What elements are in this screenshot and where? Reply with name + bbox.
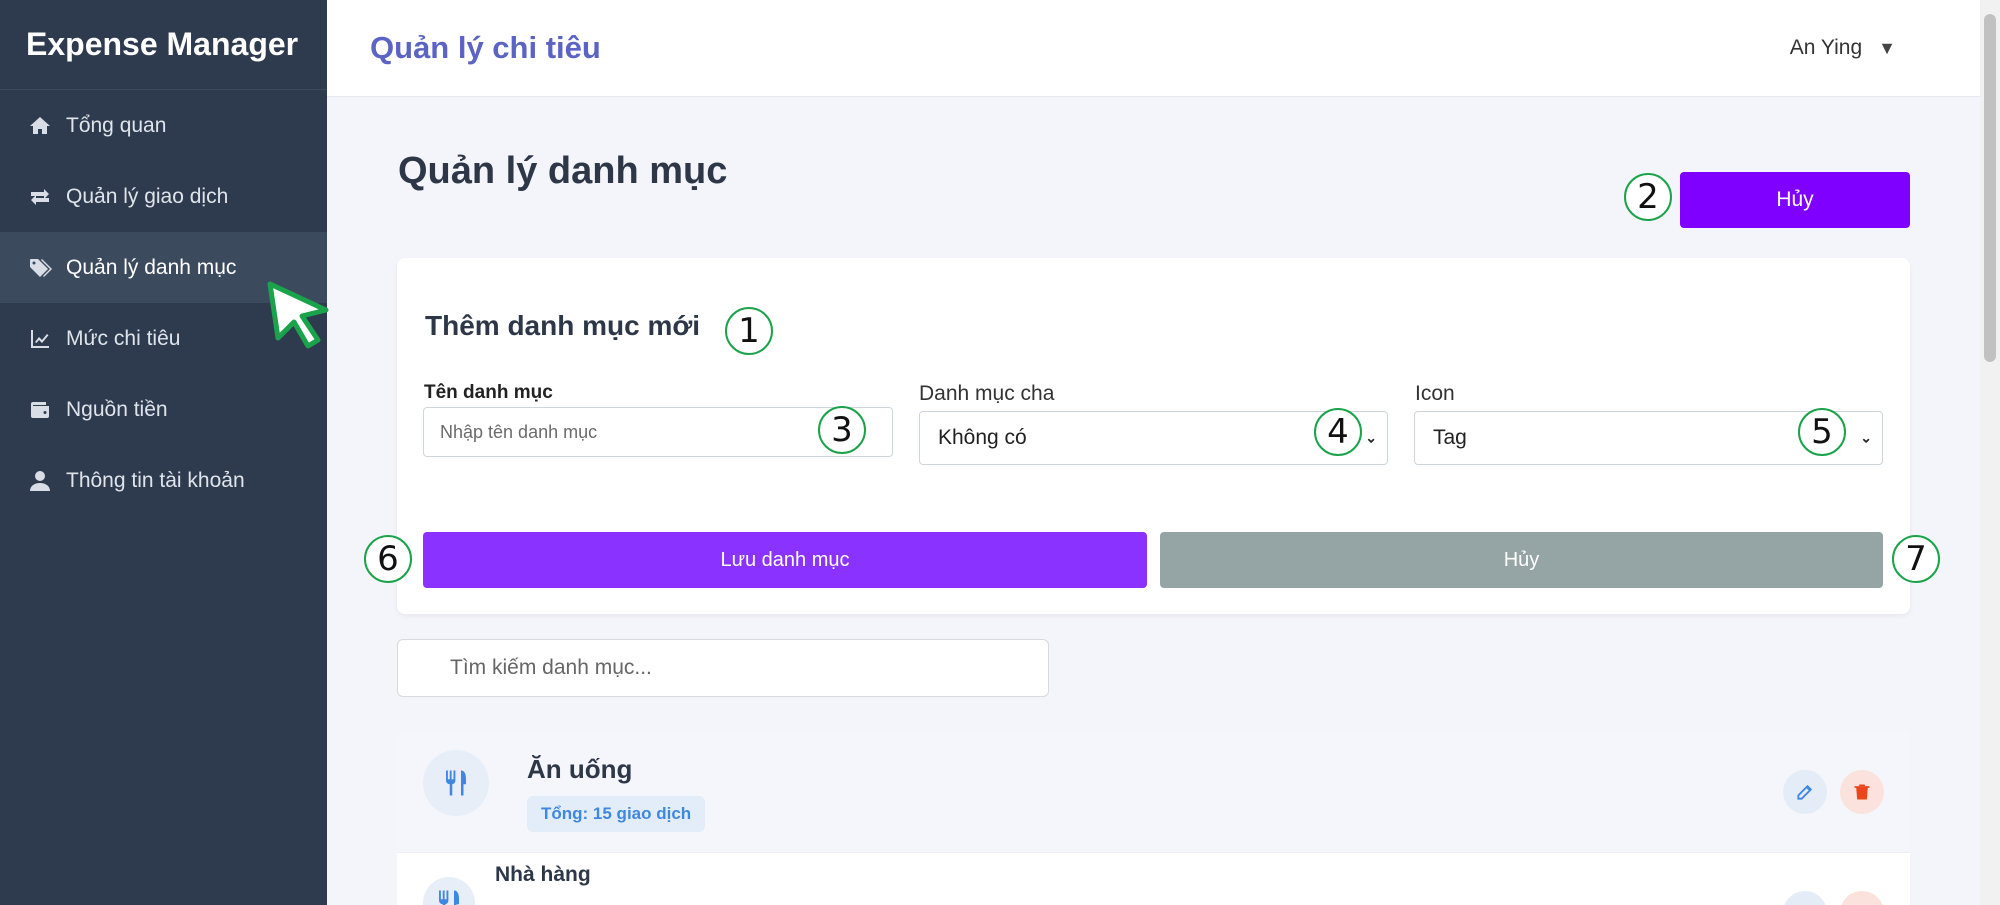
chart-line-icon xyxy=(28,327,52,351)
scrollbar-thumb[interactable] xyxy=(1984,14,1996,362)
delete-button[interactable] xyxy=(1840,770,1884,814)
tags-icon xyxy=(28,256,52,280)
sidebar-item-label: Tổng quan xyxy=(66,113,167,137)
exchange-icon xyxy=(28,185,52,209)
sidebar-item-label: Thông tin tài khoản xyxy=(66,468,245,492)
annotation-marker-5: 5 xyxy=(1798,408,1846,456)
delete-button[interactable] xyxy=(1840,891,1884,905)
brand-title[interactable]: Expense Manager xyxy=(0,0,327,90)
transaction-count-badge: Tổng: 15 giao dịch xyxy=(527,796,706,832)
sidebar-item-label: Quản lý giao dịch xyxy=(66,184,229,208)
edit-button[interactable] xyxy=(1783,770,1827,814)
page-title: Quản lý danh mục xyxy=(398,150,728,192)
chevron-down-icon: ⌄ xyxy=(1365,429,1377,446)
annotation-marker-4: 4 xyxy=(1314,408,1362,456)
icon-label: Icon xyxy=(1415,382,1455,405)
annotation-marker-7: 7 xyxy=(1892,535,1940,583)
list-item[interactable]: Ăn uống Tổng: 15 giao dịch xyxy=(397,730,1910,853)
chevron-down-icon: ⌄ xyxy=(1860,429,1872,446)
save-category-button[interactable]: Lưu danh mục xyxy=(423,532,1147,588)
mouse-pointer-icon xyxy=(267,281,329,349)
category-name: Nhà hàng xyxy=(495,863,591,886)
form-title: Thêm danh mục mới xyxy=(425,310,701,341)
sidebar-item-transactions[interactable]: Quản lý giao dịch xyxy=(0,161,327,232)
caret-down-icon: ▼ xyxy=(1878,37,1896,58)
sidebar-item-funds[interactable]: Nguồn tiền xyxy=(0,374,327,445)
annotation-marker-3: 3 xyxy=(818,406,866,454)
edit-icon xyxy=(1797,784,1813,800)
sidebar: Expense Manager Tổng quan Quản lý giao d… xyxy=(0,0,327,905)
user-icon xyxy=(28,469,52,493)
form-cancel-button[interactable]: Hủy xyxy=(1160,532,1883,588)
header-title: Quản lý chi tiêu xyxy=(370,30,601,65)
sidebar-item-label: Mức chi tiêu xyxy=(66,326,181,350)
utensils-icon xyxy=(423,750,489,816)
trash-icon xyxy=(1854,784,1870,800)
sidebar-item-overview[interactable]: Tổng quan xyxy=(0,90,327,161)
category-list: Ăn uống Tổng: 15 giao dịch Nhà hàng xyxy=(397,730,1910,905)
category-search-input[interactable] xyxy=(397,639,1049,697)
vertical-scrollbar[interactable] xyxy=(1980,0,2000,905)
user-menu[interactable]: An Ying ▼ xyxy=(1790,36,1896,60)
sidebar-item-label: Nguồn tiền xyxy=(66,397,168,421)
wallet-icon xyxy=(28,398,52,422)
top-cancel-button[interactable]: Hủy xyxy=(1680,172,1910,228)
home-icon xyxy=(28,114,52,138)
utensils-icon xyxy=(423,877,475,905)
top-header: Quản lý chi tiêu An Ying ▼ xyxy=(327,0,1980,97)
icon-select-value: Tag xyxy=(1433,426,1467,449)
annotation-marker-2: 2 xyxy=(1624,173,1672,221)
annotation-marker-1: 1 xyxy=(725,307,773,355)
user-name: An Ying xyxy=(1789,36,1863,59)
edit-button[interactable] xyxy=(1783,891,1827,905)
parent-label: Danh mục cha xyxy=(919,382,1055,405)
list-item[interactable]: Nhà hàng xyxy=(397,853,1910,905)
sidebar-item-account[interactable]: Thông tin tài khoản xyxy=(0,445,327,516)
name-label: Tên danh mục xyxy=(424,382,553,403)
parent-select-value: Không có xyxy=(938,426,1027,449)
category-name: Ăn uống xyxy=(527,754,633,784)
sidebar-item-label: Quản lý danh mục xyxy=(66,255,237,279)
annotation-marker-6: 6 xyxy=(364,535,412,583)
add-category-form: Thêm danh mục mới Tên danh mục Danh mục … xyxy=(397,258,1910,614)
